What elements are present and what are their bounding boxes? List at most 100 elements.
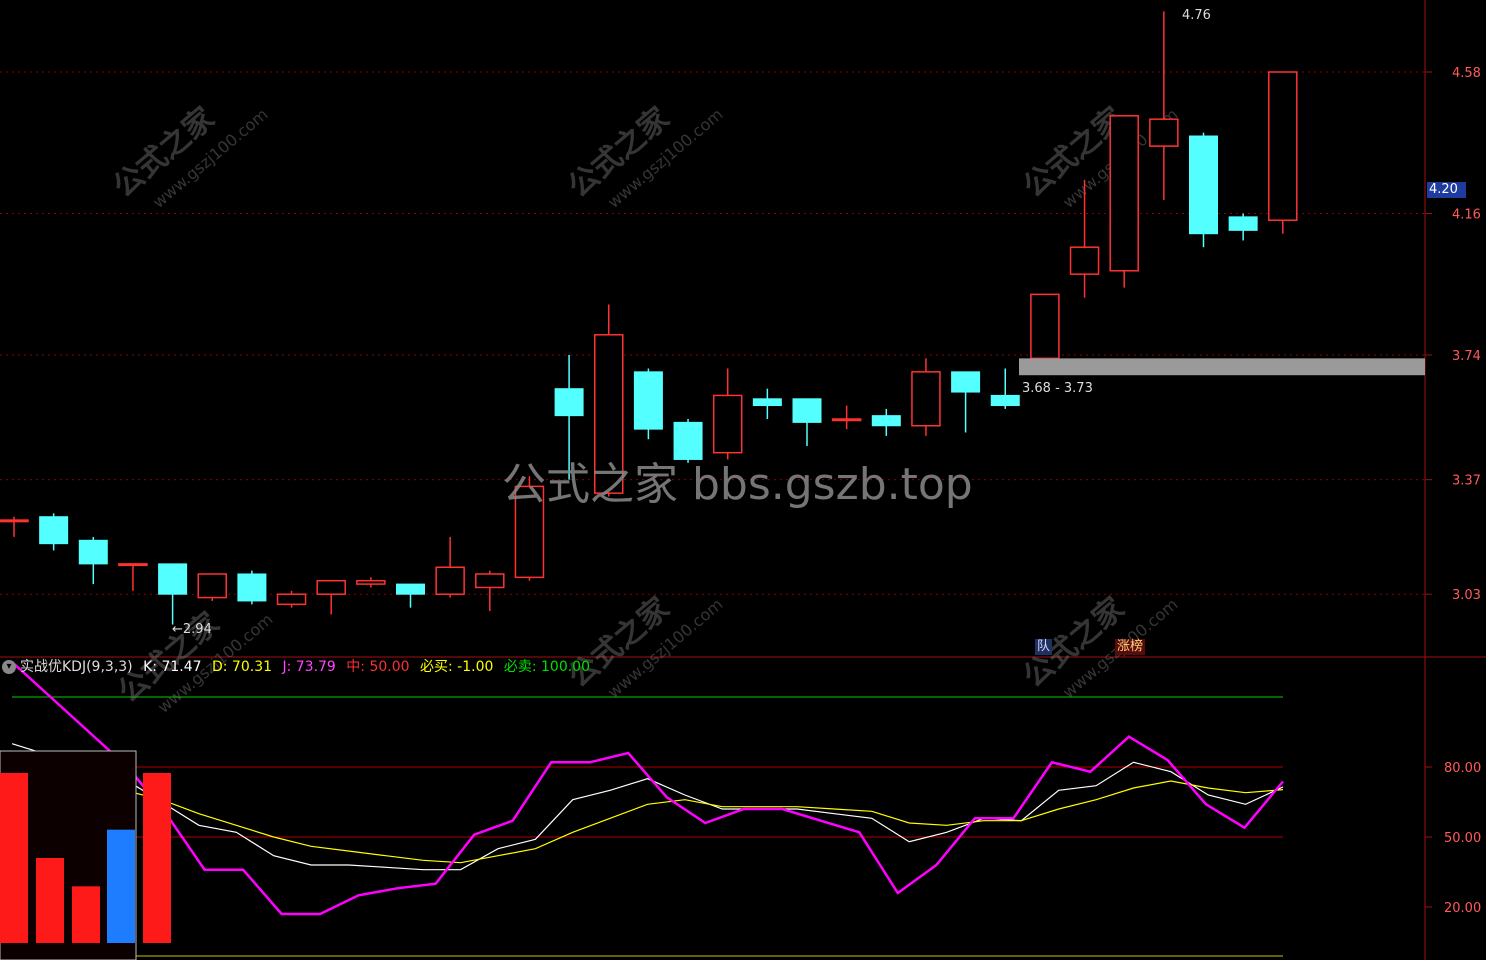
inset-bar xyxy=(107,829,135,943)
candle xyxy=(1228,213,1258,241)
candle-body-up xyxy=(356,579,386,585)
limit-up-label: 涨榜 xyxy=(1117,639,1144,654)
candle-body-up xyxy=(435,566,465,595)
watermark-stamp: 公式之家www.gszj100.com xyxy=(562,591,727,702)
current-price-tag: 4.20 xyxy=(1427,182,1466,198)
candle-body-up xyxy=(118,563,148,567)
support-zone-bar xyxy=(1019,358,1425,376)
candle-body-down xyxy=(633,371,663,430)
candle xyxy=(990,368,1020,409)
candle xyxy=(316,579,346,615)
candle xyxy=(831,405,862,430)
kdj-tick-label: 50.00 xyxy=(1444,831,1481,846)
candle-body-up xyxy=(831,418,862,422)
high-price-tag: 4.76 xyxy=(1182,8,1211,24)
candle-body-down xyxy=(396,583,425,595)
kdj-j-line xyxy=(11,661,1284,916)
candle-body-down xyxy=(951,371,981,393)
candle xyxy=(951,371,981,433)
inset-bar xyxy=(143,773,171,943)
candle-body-down xyxy=(39,516,69,545)
candle-body-up xyxy=(1109,115,1139,272)
sell-value-label: 必卖: 100.00 xyxy=(503,659,590,675)
price-tick-label: 3.03 xyxy=(1452,588,1481,603)
watermark-stamp: 公式之家www.gszj100.com xyxy=(1017,101,1182,212)
inset-bar xyxy=(72,886,100,943)
zone-value: 3.68 - 3.73 xyxy=(1022,381,1093,396)
j-value-label: J: 73.79 xyxy=(282,659,336,675)
candle-body-down xyxy=(752,398,782,407)
candle-body-down xyxy=(78,539,108,565)
candle xyxy=(0,516,29,537)
candle-body-down xyxy=(554,388,584,417)
watermark-stamp: 公式之家www.gszj100.com xyxy=(107,101,272,212)
mark-badge[interactable]: 队 xyxy=(1035,639,1053,655)
candle-layer xyxy=(0,11,1425,625)
indicator-title-bar: ▾ 实战优KDJ(9,3,3) K: 71.47 D: 70.31 J: 73.7… xyxy=(0,657,596,677)
indicator-name[interactable]: 实战优KDJ(9,3,3) xyxy=(20,659,133,675)
inset-bar xyxy=(36,858,64,943)
collapse-chevron-icon[interactable]: ▾ xyxy=(2,660,16,674)
candle-body-up xyxy=(911,371,941,427)
low-price-value: 2.94 xyxy=(182,622,212,637)
buy-value-label: 必买: -1.00 xyxy=(420,659,494,675)
candle xyxy=(435,536,465,598)
price-tick-label: 4.58 xyxy=(1452,66,1481,81)
candle-body-up xyxy=(475,573,505,589)
current-price-value: 4.20 xyxy=(1429,182,1458,197)
candle-body-down xyxy=(1228,216,1258,231)
candle-body-up xyxy=(316,579,346,595)
candle xyxy=(1189,132,1218,248)
kdj-layer xyxy=(11,661,1284,916)
d-value-label: D: 70.31 xyxy=(211,659,273,675)
limit-up-badge[interactable]: 涨榜 xyxy=(1115,639,1146,655)
candle xyxy=(792,398,822,446)
mid-value-label: 中: 50.00 xyxy=(346,659,410,675)
k-value-label: K: 71.47 xyxy=(143,659,202,675)
candle xyxy=(1109,115,1139,288)
candle-body-up xyxy=(0,519,29,523)
price-tick-label: 3.37 xyxy=(1452,474,1481,489)
candle-body-down xyxy=(792,398,822,423)
candle xyxy=(911,358,941,436)
low-arrow-icon: ← xyxy=(172,622,183,637)
candle-body-up xyxy=(197,573,227,599)
kdj-k-line xyxy=(11,743,1284,871)
candle xyxy=(871,408,901,436)
candle xyxy=(39,513,69,551)
zone-label: 3.68 - 3.73 xyxy=(1022,381,1093,397)
price-tick-label: 3.74 xyxy=(1452,349,1481,364)
candle xyxy=(752,388,782,420)
candle xyxy=(1030,293,1060,360)
inset-bar xyxy=(0,773,28,943)
volume-bars-layer xyxy=(0,750,171,960)
kdj-tick-label: 20.00 xyxy=(1444,901,1481,916)
main-watermark: 公式之家 bbs.gszb.top xyxy=(502,459,973,510)
candle xyxy=(158,563,188,625)
candle-body-down xyxy=(237,573,267,602)
candle-body-up xyxy=(1069,246,1100,275)
candle xyxy=(396,583,425,608)
candle xyxy=(1149,11,1179,201)
candle-body-up xyxy=(1030,293,1060,360)
candle xyxy=(475,570,505,612)
candle xyxy=(276,590,307,608)
price-tick-label: 4.16 xyxy=(1452,208,1481,223)
candle xyxy=(197,573,227,601)
high-price-value: 4.76 xyxy=(1182,8,1211,23)
low-price-tag: ←2.94 xyxy=(172,622,212,638)
candle xyxy=(633,368,663,440)
candle xyxy=(118,563,148,591)
candle-body-down xyxy=(871,415,901,427)
kdj-tick-label: 80.00 xyxy=(1444,761,1481,776)
candle-body-up xyxy=(1149,118,1179,147)
candle xyxy=(356,577,386,588)
candle-body-up xyxy=(712,394,743,454)
candle xyxy=(712,368,743,460)
candle-body-up xyxy=(1268,71,1298,221)
watermark-stamp: 公式之家www.gszj100.com xyxy=(562,101,727,212)
kdj-d-line xyxy=(11,761,1284,864)
candle-body-down xyxy=(158,563,188,595)
candle-body-up xyxy=(276,593,307,606)
candle xyxy=(237,570,267,605)
